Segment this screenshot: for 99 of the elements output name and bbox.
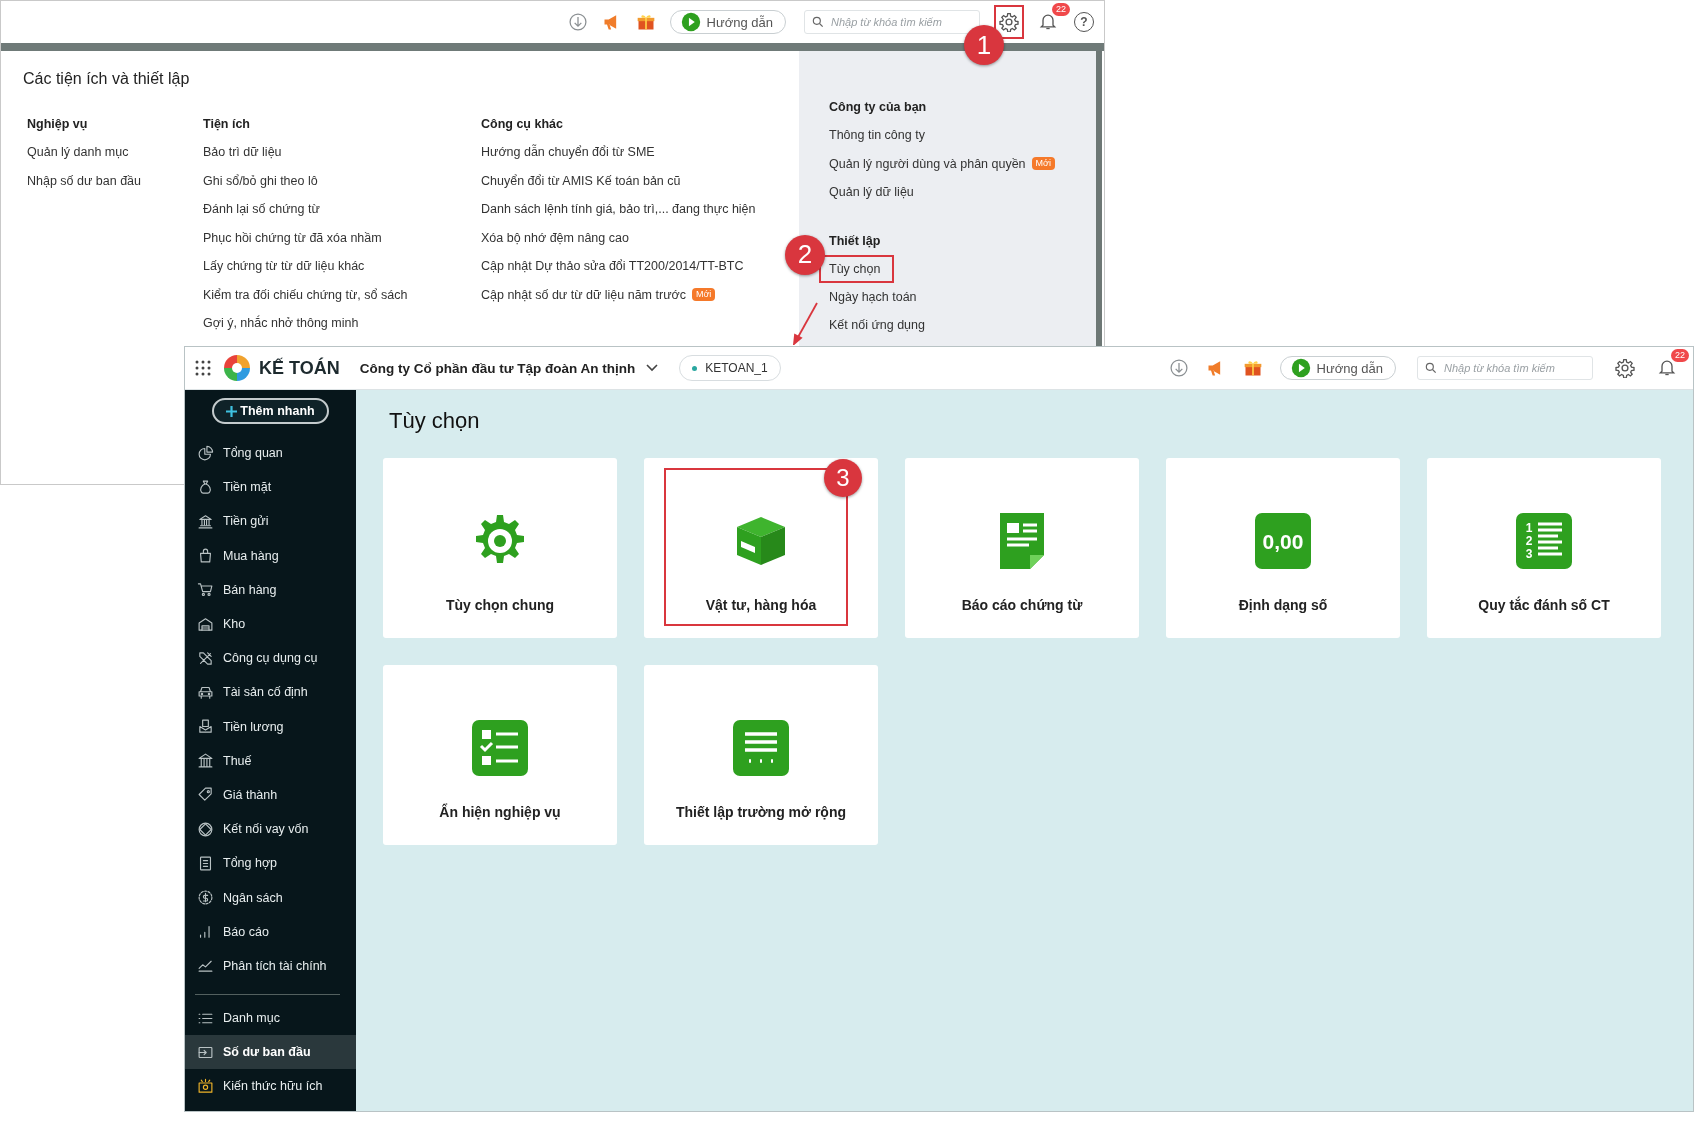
sidebar-item[interactable]: Ngân sách — [185, 880, 356, 915]
columns-building-icon — [197, 752, 214, 770]
sidebar-item[interactable]: Tiền mặt — [185, 470, 356, 505]
option-card[interactable]: 123 Quy tắc đánh số CT — [1427, 458, 1661, 638]
download-icon[interactable] — [567, 12, 588, 32]
sidebar-item[interactable]: Mua hàng — [185, 538, 356, 573]
ledger-icon — [197, 854, 214, 872]
sidebar-item[interactable]: Kho — [185, 606, 356, 642]
menu-link[interactable]: Quản lý người dùng và phân quyền — [829, 149, 1026, 178]
cart-icon — [197, 581, 214, 599]
warehouse-icon — [197, 615, 214, 633]
gift-icon[interactable] — [635, 12, 656, 32]
menu-link[interactable]: Kết nối ứng dụng — [829, 311, 925, 340]
settings-icon[interactable] — [1615, 358, 1635, 378]
envelope-icon — [197, 718, 214, 736]
sidebar-item[interactable]: Báo cáo — [185, 914, 356, 949]
sidebar-item[interactable]: Giá thành — [185, 777, 356, 813]
option-card[interactable]: Ẩn hiện nghiệp vụ — [383, 665, 617, 845]
column-heading: Công cụ khác — [481, 116, 564, 133]
numbered-list-icon: 123 — [1514, 511, 1574, 571]
menu-link[interactable]: Nhập số dư ban đầu — [27, 166, 141, 195]
apps-grid-icon[interactable] — [195, 360, 211, 376]
gift-icon[interactable] — [1242, 358, 1263, 378]
app-name: KẾ TOÁN — [259, 357, 340, 379]
notification-count: 22 — [1052, 3, 1070, 16]
sidebar-item[interactable]: Bán hàng — [185, 572, 356, 607]
search-field[interactable]: Nhập từ khóa tìm kiếm — [804, 10, 980, 34]
tools-icon — [197, 649, 214, 667]
logo-icon — [223, 354, 251, 382]
notification-count: 22 — [1671, 349, 1689, 362]
menu-link[interactable]: Hướng dẫn chuyển đổi từ SME — [481, 138, 655, 167]
sidebar-item[interactable]: Tiền lương — [185, 709, 356, 744]
menu-link[interactable]: Cập nhật Dự thảo sửa đổi TT200/2014/TT-BTC — [481, 252, 744, 281]
menu-link[interactable]: Danh sách lệnh tính giá, bảo trì,... đang thực hiện — [481, 195, 756, 224]
menu-link[interactable]: Thông tin công ty — [829, 121, 925, 150]
section-heading: Công ty của bạn — [829, 99, 928, 116]
step-marker: 3 — [824, 459, 862, 497]
sidebar-item[interactable]: Thuế — [185, 743, 356, 778]
shopping-bag-icon — [197, 547, 214, 565]
coin-icon — [197, 889, 214, 907]
search-icon — [811, 15, 825, 29]
sidebar-item[interactable]: Tài sản cố định — [185, 675, 356, 710]
guide-button[interactable]: Hướng dẫn — [669, 10, 786, 34]
plus-icon — [226, 405, 238, 417]
pointer-arrow — [791, 301, 821, 345]
guide-button[interactable]: Hướng dẫn — [1279, 356, 1396, 380]
menu-link[interactable]: Quản lý dữ liệu — [829, 178, 914, 207]
menu-link[interactable]: Kiểm tra đối chiếu chứng từ, sổ sách — [203, 280, 408, 309]
menu-link[interactable]: Đánh lại số chứng từ — [203, 195, 320, 224]
idea-board-icon — [197, 1077, 214, 1095]
new-badge: Mới — [691, 288, 716, 302]
sidebar-item[interactable]: Công cụ dụng cụ — [185, 641, 356, 676]
menu-link[interactable]: Ghi sổ/bỏ ghi theo lô — [203, 166, 318, 195]
search-icon — [1424, 361, 1438, 375]
sidebar-item[interactable]: Phân tích tài chính — [185, 948, 356, 983]
sidebar-item[interactable]: Tổng quan — [185, 436, 356, 471]
sidebar-item[interactable]: Tổng hợp — [185, 846, 356, 881]
menu-link[interactable]: Gợi ý, nhắc nhở thông minh — [203, 309, 359, 338]
bank-icon — [197, 512, 214, 530]
sidebar-item[interactable]: Danh mục — [185, 1001, 356, 1036]
menu-link[interactable]: Tùy chọn — [829, 256, 881, 281]
play-icon — [680, 12, 701, 32]
sidebar-item[interactable]: Tiền gửi — [185, 504, 356, 539]
menu-link[interactable]: Phục hồi chứng từ đã xóa nhầm — [203, 223, 382, 252]
column-heading: Tiện ích — [203, 116, 251, 133]
number-format-icon: 0,00 — [1253, 511, 1313, 571]
menu-link[interactable]: Xóa bộ nhớ đệm nâng cao — [481, 223, 629, 252]
new-badge: Mới — [1031, 157, 1055, 171]
option-card[interactable]: Vật tư, hàng hóa 3 — [644, 458, 878, 638]
menu-link[interactable]: Chuyển đổi từ AMIS Kế toán bản cũ — [481, 166, 681, 195]
play-icon — [1290, 358, 1311, 378]
menu-link[interactable]: Bảo trì dữ liệu — [203, 138, 282, 167]
option-card[interactable]: 0,00 Định dạng số — [1166, 458, 1400, 638]
quick-add-button[interactable]: Thêm nhanh — [212, 398, 329, 424]
section-heading: Thiết lập — [829, 232, 882, 250]
menu-link[interactable]: Quản lý danh mục — [27, 138, 129, 167]
page-title: Tùy chọn — [389, 408, 481, 434]
pie-chart-icon — [197, 444, 214, 462]
lines-icon — [731, 718, 791, 778]
option-card[interactable]: Tùy chọn chung — [383, 458, 617, 638]
sidebar-item[interactable]: Kiến thức hữu ích — [185, 1069, 356, 1104]
panel-title: Các tiện ích và thiết lập — [23, 70, 191, 88]
sidebar-item[interactable]: Kết nối vay vốn — [185, 812, 356, 847]
step-marker: 2 — [785, 234, 825, 275]
menu-link[interactable]: Cập nhật số dư từ dữ liệu năm trước — [481, 280, 686, 309]
option-card[interactable]: Thiết lập trường mở rộng — [644, 665, 878, 845]
download-icon[interactable] — [1168, 358, 1189, 378]
search-field[interactable]: Nhập từ khóa tìm kiếm — [1417, 356, 1593, 380]
money-bag-icon — [197, 478, 214, 496]
column-heading: Nghiệp vụ — [27, 116, 89, 133]
price-tag-icon — [197, 786, 214, 804]
menu-link[interactable]: Ngày hạch toán — [829, 282, 917, 311]
company-name[interactable]: Công ty Cổ phần đầu tư Tập đoàn An thịnh — [359, 360, 636, 376]
menu-link[interactable]: Lấy chứng từ từ dữ liệu khác — [203, 252, 365, 281]
option-card[interactable]: Báo cáo chứng từ — [905, 458, 1139, 638]
sidebar-item[interactable]: Số dư ban đầu — [185, 1035, 356, 1070]
settings-icon[interactable] — [999, 12, 1019, 32]
diamond-circle-icon — [197, 820, 214, 838]
checklist-icon — [470, 718, 530, 778]
